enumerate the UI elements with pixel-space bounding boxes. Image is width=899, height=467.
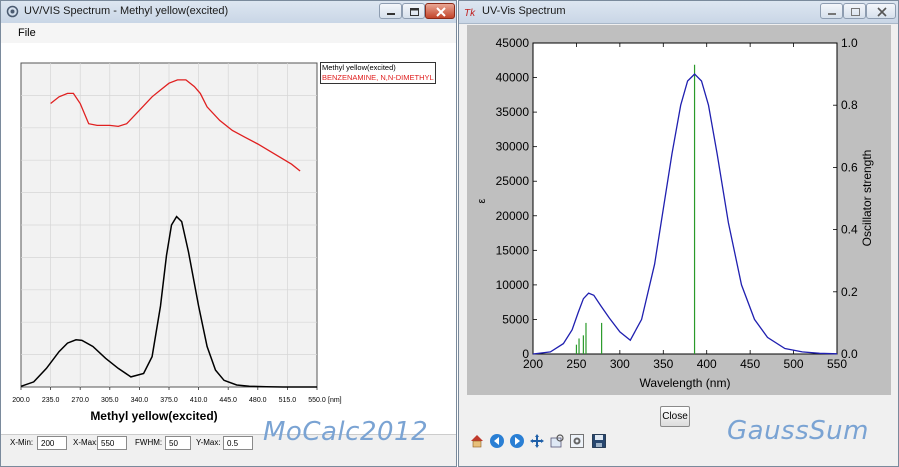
gausssum-watermark: GaussSum xyxy=(727,416,869,446)
y-tick-label: 45000 xyxy=(496,36,530,50)
zoom-icon[interactable] xyxy=(549,433,565,449)
back-arrow-icon[interactable] xyxy=(489,433,505,449)
y2-tick-label: 0.0 xyxy=(841,347,858,361)
x-tick-label: 400 xyxy=(697,357,717,371)
home-icon[interactable] xyxy=(469,433,485,449)
y-tick-label: 35000 xyxy=(496,105,530,119)
configure-subplots-icon[interactable] xyxy=(569,433,585,449)
y2-tick-label: 0.2 xyxy=(841,285,858,299)
y-axis-label: ε xyxy=(476,198,488,203)
pan-icon[interactable] xyxy=(529,433,545,449)
gausssum-spectrum-chart: 200 250 300 350 400 450 500 550 050001000015000… xyxy=(476,36,874,390)
x-tick-label: 250 xyxy=(566,357,586,371)
x-tick-label: 300 xyxy=(610,357,630,371)
y-tick-label: 40000 xyxy=(496,71,530,85)
x-tick-label: 350 xyxy=(653,357,673,371)
y-tick-label: 25000 xyxy=(496,174,530,188)
save-icon[interactable] xyxy=(591,433,607,449)
y-tick-label: 0 xyxy=(522,347,529,361)
y2-tick-label: 0.4 xyxy=(841,223,858,237)
y-tick-label: 20000 xyxy=(496,209,530,223)
y2-tick-label: 0.8 xyxy=(841,98,858,112)
forward-arrow-icon[interactable] xyxy=(509,433,525,449)
close-button[interactable]: Close xyxy=(660,406,690,427)
y-tick-label: 15000 xyxy=(496,243,530,257)
y-tick-label: 30000 xyxy=(496,140,530,154)
y2-tick-label: 1.0 xyxy=(841,36,858,50)
y2-axis-label: Oscillator strength xyxy=(860,150,874,247)
x-axis-label: Wavelength (nm) xyxy=(640,376,731,390)
y-tick-label: 10000 xyxy=(496,278,530,292)
y2-tick-label: 0.6 xyxy=(841,160,858,174)
x-tick-label: 500 xyxy=(784,357,804,371)
y-tick-label: 5000 xyxy=(502,312,529,326)
x-tick-label: 450 xyxy=(740,357,760,371)
